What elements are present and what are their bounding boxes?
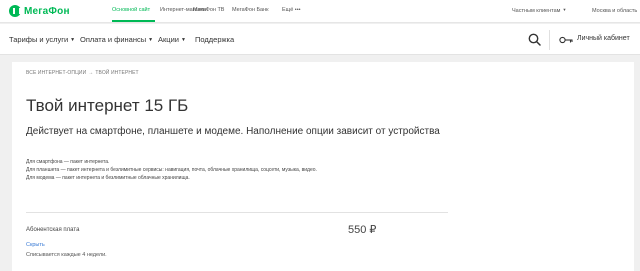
- top-link-more[interactable]: Ещё •••: [282, 7, 301, 13]
- key-icon: [559, 36, 573, 44]
- search-icon[interactable]: [528, 33, 541, 46]
- top-link-megafon-bank[interactable]: МегаФон Банк: [232, 7, 269, 13]
- section-divider: [26, 212, 448, 213]
- option-card: ВСЕ ИНТЕРНЕТ-ОПЦИИ → ТВОЙ ИНТЕРНЕТ Твой ин…: [12, 62, 634, 271]
- description-list: Для смартфона — пакет интернета. Для пла…: [26, 158, 317, 182]
- nav-item-support[interactable]: Поддержка: [195, 35, 234, 44]
- personal-account-link[interactable]: Личный кабинет: [577, 35, 630, 42]
- active-link-underline: [112, 20, 155, 22]
- breadcrumb-current: ТВОЙ ИНТЕРНЕТ: [95, 70, 139, 76]
- description-line: Для смартфона — пакет интернета.: [26, 159, 110, 165]
- breadcrumb-parent-link[interactable]: ВСЕ ИНТЕРНЕТ-ОПЦИИ: [26, 70, 86, 76]
- audience-selector-label: Частным клиентам: [512, 8, 561, 14]
- hide-details-link[interactable]: Скрыть: [26, 242, 45, 248]
- fee-label: Абонентская плата: [26, 227, 80, 233]
- description-line: Для планшета — пакет интернета и безлими…: [26, 167, 317, 173]
- page-subtitle: Действует на смартфоне, планшете и модем…: [26, 126, 440, 137]
- chevron-down-icon: ▼: [180, 37, 186, 43]
- description-line: Для модема — пакет интернета и безлимитн…: [26, 175, 190, 181]
- audience-selector[interactable]: Частным клиентам ▼: [512, 7, 566, 14]
- nav-item-label: Оплата и финансы: [80, 35, 147, 44]
- nav-item-label: Поддержка: [195, 35, 235, 44]
- megafon-logo-icon: [9, 5, 21, 17]
- chevron-down-icon: ▼: [148, 37, 154, 43]
- nav-item-label: Тарифы и услуги: [9, 35, 69, 44]
- region-selector-label: Москва и область: [592, 8, 638, 14]
- charge-period-note: Списывается каждые 4 недели.: [26, 252, 107, 258]
- chevron-down-icon: ▼: [562, 7, 567, 12]
- nav-divider: [549, 30, 550, 50]
- main-nav: Тарифы и услуги ▼ Оплата и финансы ▼ Акции…: [0, 24, 640, 55]
- nav-item-promos[interactable]: Акции ▼: [158, 35, 186, 44]
- megafon-logo[interactable]: МегаФон: [9, 5, 70, 17]
- logo-text: МегаФон: [24, 5, 70, 17]
- top-bar: МегаФон Основной сайт Интернет-магазин М…: [0, 0, 640, 23]
- breadcrumb: ВСЕ ИНТЕРНЕТ-ОПЦИИ → ТВОЙ ИНТЕРНЕТ: [26, 70, 139, 76]
- nav-item-payments[interactable]: Оплата и финансы ▼: [80, 35, 153, 44]
- top-link-megafon-tv[interactable]: МегаФон ТВ: [193, 7, 224, 13]
- nav-item-label: Акции: [158, 35, 179, 44]
- top-link-main-site[interactable]: Основной сайт: [112, 7, 150, 13]
- region-selector[interactable]: Москва и область▼: [592, 7, 640, 14]
- nav-item-tariffs[interactable]: Тарифы и услуги ▼: [9, 35, 75, 44]
- page-title: Твой интернет 15 ГБ: [26, 96, 189, 115]
- fee-price: 550 ₽: [348, 224, 377, 236]
- chevron-down-icon: ▼: [70, 37, 76, 43]
- breadcrumb-separator: →: [88, 70, 94, 76]
